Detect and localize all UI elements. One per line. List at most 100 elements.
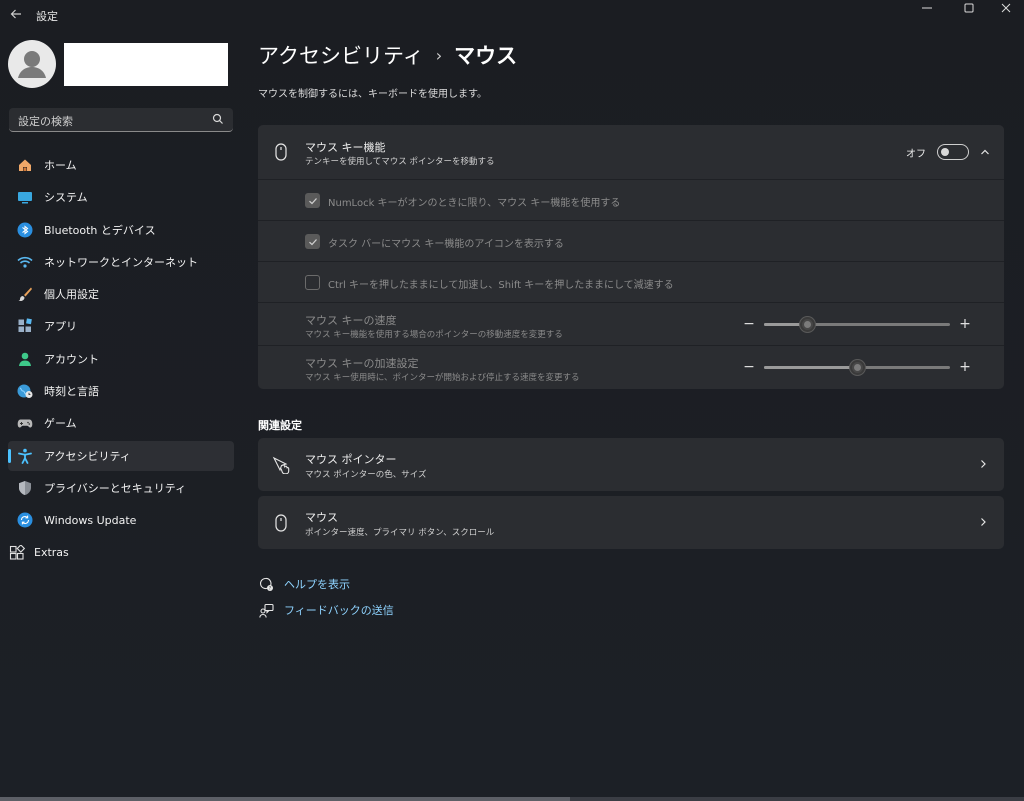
sidebar-item-label: アカウント bbox=[44, 352, 99, 366]
sidebar-item-label: アプリ bbox=[44, 320, 77, 334]
sidebar-item-system[interactable]: システム bbox=[8, 182, 234, 212]
gamepad-icon bbox=[16, 414, 34, 432]
sidebar-item-label: 個人用設定 bbox=[44, 288, 99, 302]
acceleration-title: マウス キーの加速設定 bbox=[305, 357, 419, 370]
page-subtitle: マウスを制御するには、キーボードを使用します。 bbox=[258, 89, 487, 100]
close-button[interactable] bbox=[984, 0, 1024, 16]
account-icon bbox=[16, 350, 34, 368]
speed-increase-button[interactable]: + bbox=[958, 316, 972, 332]
sidebar-item-accessibility[interactable]: アクセシビリティ bbox=[8, 440, 234, 471]
acceleration-slider-thumb[interactable] bbox=[850, 360, 865, 375]
option-taskbar-icon: タスク バーにマウス キー機能のアイコンを表示する bbox=[258, 220, 1004, 261]
speed-desc: マウス キー機能を使用する場合のポインターの移動速度を変更する bbox=[305, 330, 563, 340]
user-name-redacted bbox=[64, 43, 228, 86]
speed-slider[interactable] bbox=[764, 317, 950, 332]
mouse-keys-header[interactable]: マウス キー機能 テンキーを使用してマウス ポインターを移動する オフ bbox=[258, 125, 1004, 179]
shield-icon bbox=[16, 479, 34, 497]
mouse-keys-toggle[interactable] bbox=[937, 144, 969, 160]
mouse-icon bbox=[272, 514, 290, 532]
setting-acceleration: マウス キーの加速設定 マウス キー使用時に、ポインターが開始および停止する速度… bbox=[258, 345, 1004, 389]
numlock-checkbox[interactable] bbox=[305, 193, 320, 208]
sidebar-item-gaming[interactable]: ゲーム bbox=[8, 408, 234, 438]
home-icon bbox=[16, 156, 34, 174]
taskbar-icon-checkbox[interactable] bbox=[305, 234, 320, 249]
related-mouse-pointer[interactable]: マウス ポインター マウス ポインターの色、サイズ bbox=[258, 438, 1004, 491]
horizontal-scrollbar[interactable] bbox=[0, 797, 1024, 801]
sidebar-item-home[interactable]: ホーム bbox=[8, 150, 234, 180]
extras-icon bbox=[8, 544, 26, 562]
mouse-pointer-icon bbox=[272, 456, 290, 474]
sidebar-item-privacy-security[interactable]: プライバシーとセキュリティ bbox=[8, 473, 234, 503]
checkmark-icon bbox=[308, 238, 317, 245]
related-mouse-pointer-title: マウス ポインター bbox=[305, 453, 397, 466]
sidebar-item-label: プライバシーとセキュリティ bbox=[44, 481, 187, 495]
settings-window: 設定 設定の検索 ホーム システム Bluetooth とデバイス ネットワーク… bbox=[0, 0, 1024, 801]
sidebar-item-windows-update[interactable]: Windows Update bbox=[8, 505, 234, 535]
sidebar-item-apps[interactable]: アプリ bbox=[8, 311, 234, 341]
search-icon bbox=[212, 113, 223, 124]
feedback-icon bbox=[258, 602, 274, 618]
user-icon bbox=[18, 51, 46, 78]
related-mouse-pointer-desc: マウス ポインターの色、サイズ bbox=[305, 470, 427, 480]
sidebar-item-bluetooth[interactable]: Bluetooth とデバイス bbox=[8, 215, 234, 245]
speed-decrease-button[interactable]: − bbox=[742, 316, 756, 332]
minimize-icon bbox=[922, 7, 932, 9]
search-box[interactable]: 設定の検索 bbox=[9, 108, 233, 132]
ctrl-shift-label: Ctrl キーを押したままにして加速し、Shift キーを押したままにして減速す… bbox=[328, 280, 674, 291]
sidebar-item-label: 時刻と言語 bbox=[44, 385, 99, 399]
acceleration-desc: マウス キー使用時に、ポインターが開始および停止する速度を変更する bbox=[305, 373, 580, 383]
update-icon bbox=[16, 511, 34, 529]
chevron-right-icon bbox=[976, 457, 990, 471]
speed-slider-thumb[interactable] bbox=[799, 317, 815, 332]
sidebar-item-network[interactable]: ネットワークとインターネット bbox=[8, 247, 234, 277]
send-feedback-link[interactable]: フィードバックの送信 bbox=[258, 602, 394, 618]
maximize-icon bbox=[964, 3, 974, 13]
collapse-button[interactable] bbox=[978, 145, 992, 159]
back-button[interactable] bbox=[6, 4, 26, 24]
network-icon bbox=[16, 253, 34, 271]
search-input[interactable]: 設定の検索 bbox=[18, 113, 73, 129]
sidebar-item-label: アクセシビリティ bbox=[44, 449, 131, 463]
ctrl-shift-checkbox[interactable] bbox=[305, 275, 320, 290]
acceleration-increase-button[interactable]: + bbox=[958, 359, 972, 375]
option-numlock: NumLock キーがオンのときに限り、マウス キー機能を使用する bbox=[258, 179, 1004, 220]
related-settings-heading: 関連設定 bbox=[258, 419, 302, 432]
sidebar-item-label: ホーム bbox=[44, 159, 77, 172]
taskbar-icon-label: タスク バーにマウス キー機能のアイコンを表示する bbox=[328, 239, 564, 250]
speed-slider-group: − + bbox=[742, 316, 972, 333]
acceleration-slider-group: − + bbox=[742, 359, 972, 376]
breadcrumb-parent[interactable]: アクセシビリティ bbox=[258, 40, 424, 70]
globe-clock-icon bbox=[16, 382, 34, 400]
acceleration-decrease-button[interactable]: − bbox=[742, 359, 756, 375]
related-mouse[interactable]: マウス ポインター速度、プライマリ ボタン、スクロール bbox=[258, 496, 1004, 549]
setting-speed: マウス キーの速度 マウス キー機能を使用する場合のポインターの移動速度を変更す… bbox=[258, 302, 1004, 345]
send-feedback-label: フィードバックの送信 bbox=[284, 604, 394, 617]
sidebar-item-label: Bluetooth とデバイス bbox=[44, 223, 156, 237]
sidebar-item-accounts[interactable]: アカウント bbox=[8, 344, 234, 374]
sidebar-nav: ホーム システム Bluetooth とデバイス ネットワークとインターネット … bbox=[8, 150, 234, 570]
sidebar-item-label: システム bbox=[44, 191, 88, 205]
user-profile[interactable] bbox=[8, 40, 238, 90]
title-bar: 設定 bbox=[0, 0, 1024, 30]
related-mouse-desc: ポインター速度、プライマリ ボタン、スクロール bbox=[305, 528, 495, 538]
acceleration-slider[interactable] bbox=[764, 360, 950, 375]
page-title: マウス bbox=[454, 44, 518, 68]
minimize-button[interactable] bbox=[905, 0, 949, 16]
apps-icon bbox=[16, 317, 34, 335]
mouse-icon bbox=[273, 143, 289, 161]
sidebar-item-personalization[interactable]: 個人用設定 bbox=[8, 279, 234, 309]
sidebar-item-extras[interactable]: Extras bbox=[8, 538, 234, 568]
arrow-left-icon bbox=[10, 9, 21, 19]
bluetooth-icon bbox=[16, 221, 34, 239]
acceleration-slider-fill bbox=[764, 366, 857, 369]
sidebar-item-time-language[interactable]: 時刻と言語 bbox=[8, 376, 234, 406]
checkmark-icon bbox=[308, 197, 317, 204]
get-help-link[interactable]: ? ヘルプを表示 bbox=[258, 576, 350, 592]
chevron-up-icon bbox=[981, 149, 989, 155]
get-help-label: ヘルプを表示 bbox=[284, 578, 350, 591]
sidebar-item-label: ネットワークとインターネット bbox=[44, 255, 198, 269]
toggle-state-label: オフ bbox=[906, 149, 926, 160]
system-icon bbox=[16, 188, 34, 206]
app-title: 設定 bbox=[36, 10, 58, 23]
close-icon bbox=[1001, 3, 1011, 13]
